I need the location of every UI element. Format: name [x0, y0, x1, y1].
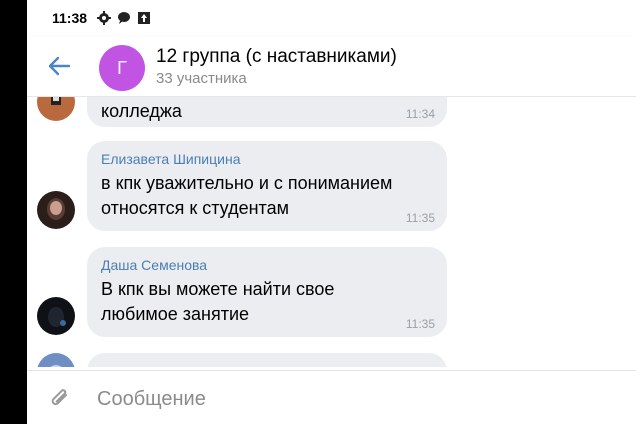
chat-header: Г 12 группа (с наставниками) 33 участник…	[27, 36, 636, 97]
message-text: колледжа	[101, 101, 182, 121]
message-time: 11:34	[405, 107, 435, 121]
message-text: в кпк уважительно и с пониманием относят…	[101, 173, 393, 218]
chat-title[interactable]: 12 группа (с наставниками)	[156, 46, 397, 68]
avatar[interactable]	[37, 97, 75, 121]
status-bar: 11:38	[27, 0, 636, 36]
message-bubble[interactable]: колледжа 11:34	[87, 97, 447, 127]
message-text: В кпк вы можете найти свое любимое занят…	[101, 279, 335, 324]
sender-name[interactable]: Елизавета Шипицина	[101, 151, 433, 167]
message-time: 11:35	[405, 317, 435, 331]
sender-name[interactable]: Даша Семенова	[101, 257, 433, 273]
group-avatar[interactable]: Г	[99, 45, 145, 91]
message-bubble[interactable]: Елизавета Шипицина в кпк уважительно и с…	[87, 141, 447, 231]
avatar[interactable]	[37, 297, 75, 335]
chat-bubble-icon	[118, 12, 131, 24]
gear-icon	[97, 11, 112, 25]
message-bubble[interactable]: Даша Семенова В кпк вы можете найти свое…	[87, 247, 447, 337]
avatar[interactable]	[37, 191, 75, 229]
member-count: 33 участника	[156, 70, 247, 87]
paperclip-icon[interactable]	[47, 385, 73, 411]
message-time: 11:35	[405, 211, 435, 225]
message-bubble[interactable]	[87, 353, 447, 367]
message-feed[interactable]: колледжа 11:34 Елизавета Шипицина в кпк …	[27, 97, 636, 367]
status-time: 11:38	[52, 10, 88, 26]
upload-icon	[138, 12, 151, 24]
arrow-left-icon[interactable]	[45, 52, 73, 80]
avatar[interactable]	[37, 353, 75, 367]
screen-edge	[0, 0, 27, 424]
message-input[interactable]	[95, 381, 619, 417]
message-composer	[27, 370, 636, 425]
